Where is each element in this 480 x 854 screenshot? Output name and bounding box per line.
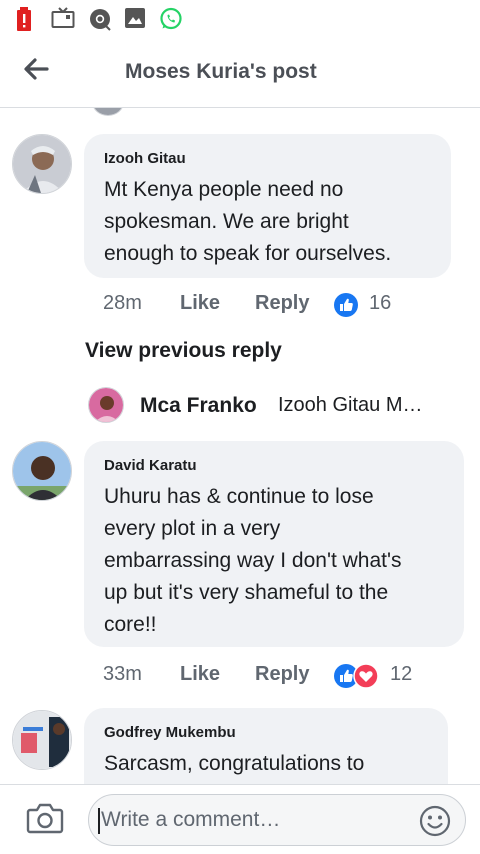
comment-bubble[interactable]: Izooh Gitau Mt Kenya people need no spok…: [84, 134, 451, 278]
avatar: [88, 387, 124, 423]
like-button[interactable]: Like: [180, 292, 220, 315]
reply-preview[interactable]: Mca Franko Izooh Gitau M…: [88, 384, 468, 424]
avatar: [92, 108, 124, 116]
comment-text: Sarcasm, congratulations to: [104, 752, 365, 775]
comment-text: Uhuru has & continue to lose every plot …: [104, 485, 402, 636]
comment-bubble[interactable]: Godfrey Mukembu Sarcasm, congratulations…: [84, 708, 448, 784]
comment-actions: 33m Like Reply 12: [103, 663, 463, 693]
comment-time: 33m: [103, 663, 142, 685]
camera-button[interactable]: [26, 801, 66, 837]
reply-button[interactable]: Reply: [255, 663, 309, 686]
comments-feed[interactable]: Izooh Gitau Mt Kenya people need no spok…: [0, 108, 480, 784]
smiley-icon: [419, 805, 451, 837]
camera-icon: [26, 803, 64, 834]
reaction-count[interactable]: 12: [390, 663, 412, 686]
page-title: Moses Kuria's post: [125, 60, 317, 83]
comment-actions: 28m Like Reply 16: [103, 292, 463, 322]
reply-button[interactable]: Reply: [255, 292, 309, 315]
tv-icon: [51, 7, 75, 34]
chrome-icon: [88, 7, 112, 36]
back-arrow-icon: [24, 58, 49, 80]
reaction-count[interactable]: 16: [369, 292, 391, 315]
post-header: Moses Kuria's post: [0, 42, 480, 108]
comment-author[interactable]: David Karatu: [104, 457, 197, 474]
like-button[interactable]: Like: [180, 663, 220, 686]
comment-author[interactable]: Izooh Gitau: [104, 150, 186, 167]
battery-low-icon: [16, 7, 32, 36]
gallery-icon: [124, 7, 146, 34]
reply-author: Mca Franko: [140, 394, 257, 417]
like-reaction-icon[interactable]: [333, 292, 359, 324]
view-previous-reply-link[interactable]: View previous reply: [85, 339, 282, 363]
comment-placeholder: Write a comment…: [101, 808, 281, 831]
comment-input[interactable]: Write a comment…: [88, 794, 466, 846]
comment-bubble[interactable]: David Karatu Uhuru has & continue to los…: [84, 441, 464, 647]
whatsapp-icon: [159, 7, 183, 36]
comment-author[interactable]: Godfrey Mukembu: [104, 724, 236, 741]
back-button[interactable]: [18, 54, 54, 84]
status-bar: [0, 0, 480, 36]
avatar[interactable]: [12, 134, 72, 194]
avatar[interactable]: [12, 441, 72, 501]
avatar[interactable]: [12, 710, 72, 770]
text-caret: [98, 808, 100, 834]
comment-text: Mt Kenya people need no spokesman. We ar…: [104, 178, 392, 265]
emoji-button[interactable]: [419, 805, 451, 837]
love-reaction-icon[interactable]: [353, 663, 379, 695]
comment-composer: Write a comment…: [0, 784, 480, 854]
reply-snippet: Izooh Gitau M…: [278, 394, 423, 416]
comment-time: 28m: [103, 292, 142, 314]
